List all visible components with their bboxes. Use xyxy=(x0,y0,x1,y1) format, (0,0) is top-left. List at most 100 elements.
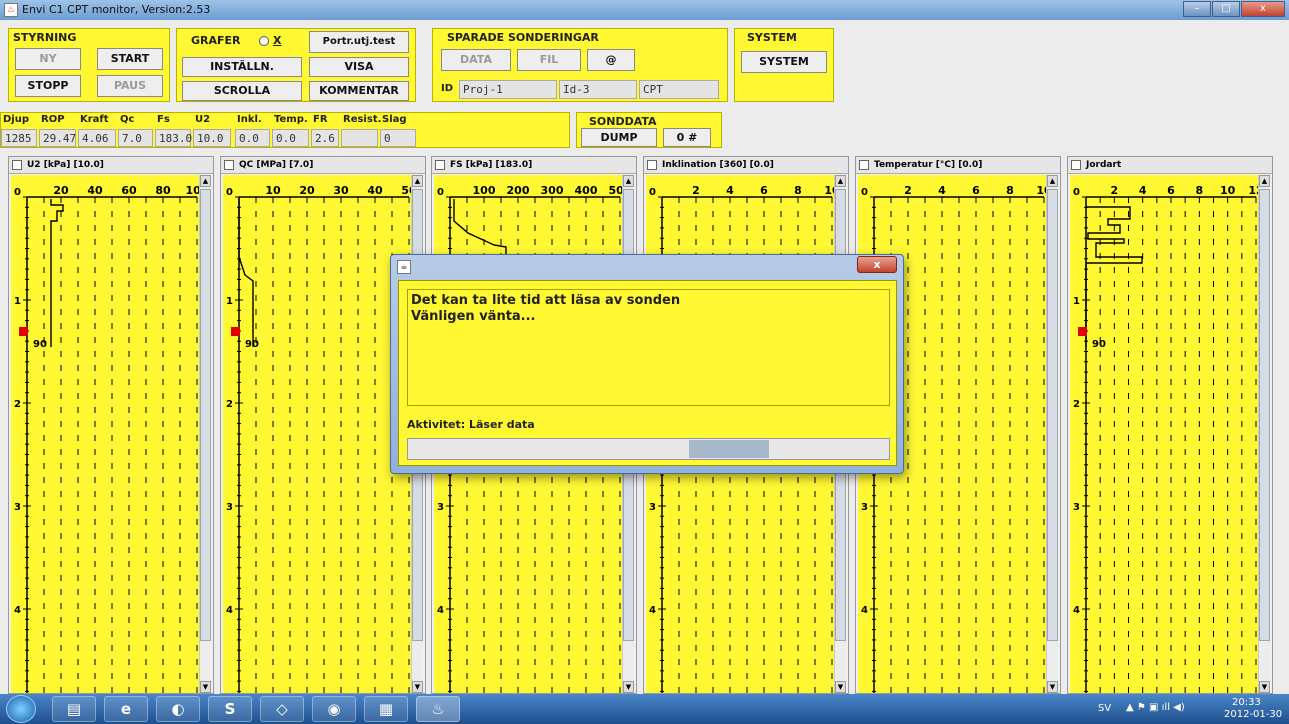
scrolla-button[interactable]: SCROLLA xyxy=(182,81,302,101)
scroll-up-icon[interactable]: ▲ xyxy=(1047,175,1058,187)
java-task-icon[interactable]: ♨ xyxy=(416,696,460,722)
x-tick-label: 40 xyxy=(367,184,383,197)
dialog-close-button[interactable]: x xyxy=(857,256,897,273)
scroll-thumb[interactable] xyxy=(1259,189,1270,641)
system-title: SYSTEM xyxy=(747,31,797,44)
sonddata-title: SONDDATA xyxy=(589,115,657,128)
title-bar: ♨ Envi C1 CPT monitor, Version:2.53 – □ … xyxy=(0,0,1289,20)
reading-label: Resist. xyxy=(343,114,382,125)
maximize-button[interactable]: □ xyxy=(1212,1,1240,17)
stopp-button[interactable]: STOPP xyxy=(15,75,81,97)
app-icon-2[interactable]: ◉ xyxy=(312,696,356,722)
at-button[interactable]: @ xyxy=(587,49,635,71)
x-tick-label: 40 xyxy=(87,184,103,197)
dialog-message: Det kan ta lite tid att läsa av sonden V… xyxy=(407,289,890,406)
activity-label: Aktivitet: Läser data xyxy=(407,418,535,431)
type-field[interactable]: CPT xyxy=(639,80,719,99)
start-button[interactable] xyxy=(6,695,36,723)
dialog-line1: Det kan ta lite tid att läsa av sonden xyxy=(411,293,681,308)
close-button[interactable]: x xyxy=(1241,1,1285,17)
clock-date[interactable]: 2012-01-30 xyxy=(1224,709,1282,720)
pane-checkbox[interactable] xyxy=(12,160,22,170)
taskbar: ▤ e ◐ S ◇ ◉ ▦ ♨ SV ▲ ⚑ ▣ ıll ◀) 20:33 20… xyxy=(0,694,1289,724)
pane-header-text: FS [kPa] [183.0] xyxy=(450,160,533,170)
minimize-button[interactable]: – xyxy=(1183,1,1211,17)
media-icon[interactable]: ◐ xyxy=(156,696,200,722)
scroll-thumb[interactable] xyxy=(200,189,211,641)
scroll-down-icon[interactable]: ▼ xyxy=(1047,681,1058,693)
portr-utj-test-button[interactable]: Portr.utj.test xyxy=(309,31,409,53)
pane-checkbox[interactable] xyxy=(647,160,657,170)
tray-icons[interactable]: ▲ ⚑ ▣ ıll ◀) xyxy=(1126,702,1185,713)
installn-button[interactable]: INSTÄLLN. xyxy=(182,57,302,77)
explorer-icon[interactable]: ▤ xyxy=(52,696,96,722)
graph-pane: Jordart246810120123490▲▼ xyxy=(1067,156,1273,694)
x-tick-label: 8 xyxy=(794,184,802,197)
scroll-up-icon[interactable]: ▲ xyxy=(1259,175,1270,187)
plot-canvas: 20 40 60 80 100 0 1 2 3 4 90 xyxy=(14,184,199,693)
reading-value xyxy=(341,129,378,147)
scroll-down-icon[interactable]: ▼ xyxy=(200,681,211,693)
scroll-up-icon[interactable]: ▲ xyxy=(200,175,211,187)
pane-checkbox[interactable] xyxy=(1071,160,1081,170)
depth-label: 1 xyxy=(1073,296,1080,307)
fil-button[interactable]: FIL xyxy=(517,49,581,71)
x-tick-label: 8 xyxy=(1006,184,1014,197)
system-button[interactable]: SYSTEM xyxy=(741,51,827,73)
depth-label: 4 xyxy=(649,605,656,616)
zero-button[interactable]: 0 # xyxy=(663,128,711,147)
grafer-radio[interactable] xyxy=(259,36,269,46)
pane-scrollbar[interactable]: ▲ ▼ xyxy=(199,175,211,693)
id-field[interactable]: Id-3 xyxy=(559,80,637,99)
scroll-up-icon[interactable]: ▲ xyxy=(623,175,634,187)
grafer-radio-label: X xyxy=(273,34,282,47)
reading-value: 7.0 xyxy=(118,129,153,147)
depth-marker xyxy=(19,327,28,336)
clock-time[interactable]: 20:33 xyxy=(1232,697,1261,708)
document-icon[interactable]: ▦ xyxy=(364,696,408,722)
x-tick-label: 10 xyxy=(1220,184,1236,197)
x-tick-label: 20 xyxy=(53,184,69,197)
reading-label: ROP xyxy=(41,114,65,125)
x-tick-label: 80 xyxy=(155,184,171,197)
visa-button[interactable]: VISA xyxy=(309,57,409,77)
toolbar: STYRNING NY START STOPP PAUS GRAFER X Po… xyxy=(0,20,1289,155)
kommentar-button[interactable]: KOMMENTAR xyxy=(309,81,409,101)
x-tick-label: 8 xyxy=(1196,184,1204,197)
pane-scrollbar[interactable]: ▲ ▼ xyxy=(1258,175,1270,693)
x-tick-label: 400 xyxy=(575,184,598,197)
pane-checkbox[interactable] xyxy=(435,160,445,170)
scroll-up-icon[interactable]: ▲ xyxy=(412,175,423,187)
dump-button[interactable]: DUMP xyxy=(581,128,657,147)
sparade-panel: SPARADE SONDERINGAR DATA FIL @ ID Proj-1… xyxy=(432,28,728,102)
scroll-down-icon[interactable]: ▼ xyxy=(835,681,846,693)
reading-value: 1285 xyxy=(1,129,37,147)
depth-label: 3 xyxy=(861,502,868,513)
pane-scrollbar[interactable]: ▲ ▼ xyxy=(1046,175,1058,693)
proj-field[interactable]: Proj-1 xyxy=(459,80,557,99)
data-button[interactable]: DATA xyxy=(441,49,511,71)
scroll-down-icon[interactable]: ▼ xyxy=(623,681,634,693)
start-button[interactable]: START xyxy=(97,48,163,70)
styrning-panel: STYRNING NY START STOPP PAUS xyxy=(8,28,170,102)
id-label: ID xyxy=(441,83,454,94)
pane-header-text: Inklination [360] [0.0] xyxy=(662,160,774,170)
pane-checkbox[interactable] xyxy=(224,160,234,170)
ny-button[interactable]: NY xyxy=(15,48,81,70)
depth-label: 2 xyxy=(226,399,233,410)
pane-checkbox[interactable] xyxy=(859,160,869,170)
reading-value: 183.0 xyxy=(155,129,192,147)
language-indicator[interactable]: SV xyxy=(1098,703,1111,714)
progress-bar xyxy=(407,438,890,460)
scroll-down-icon[interactable]: ▼ xyxy=(412,681,423,693)
paus-button[interactable]: PAUS xyxy=(97,75,163,97)
skype-icon[interactable]: S xyxy=(208,696,252,722)
box-icon[interactable]: ◇ xyxy=(260,696,304,722)
ie-icon[interactable]: e xyxy=(104,696,148,722)
scroll-down-icon[interactable]: ▼ xyxy=(1259,681,1270,693)
depth-label: 0 xyxy=(1073,187,1080,198)
scroll-thumb[interactable] xyxy=(1047,189,1058,641)
depth-label: 4 xyxy=(437,605,444,616)
scroll-up-icon[interactable]: ▲ xyxy=(835,175,846,187)
reading-label: Kraft xyxy=(80,114,109,125)
